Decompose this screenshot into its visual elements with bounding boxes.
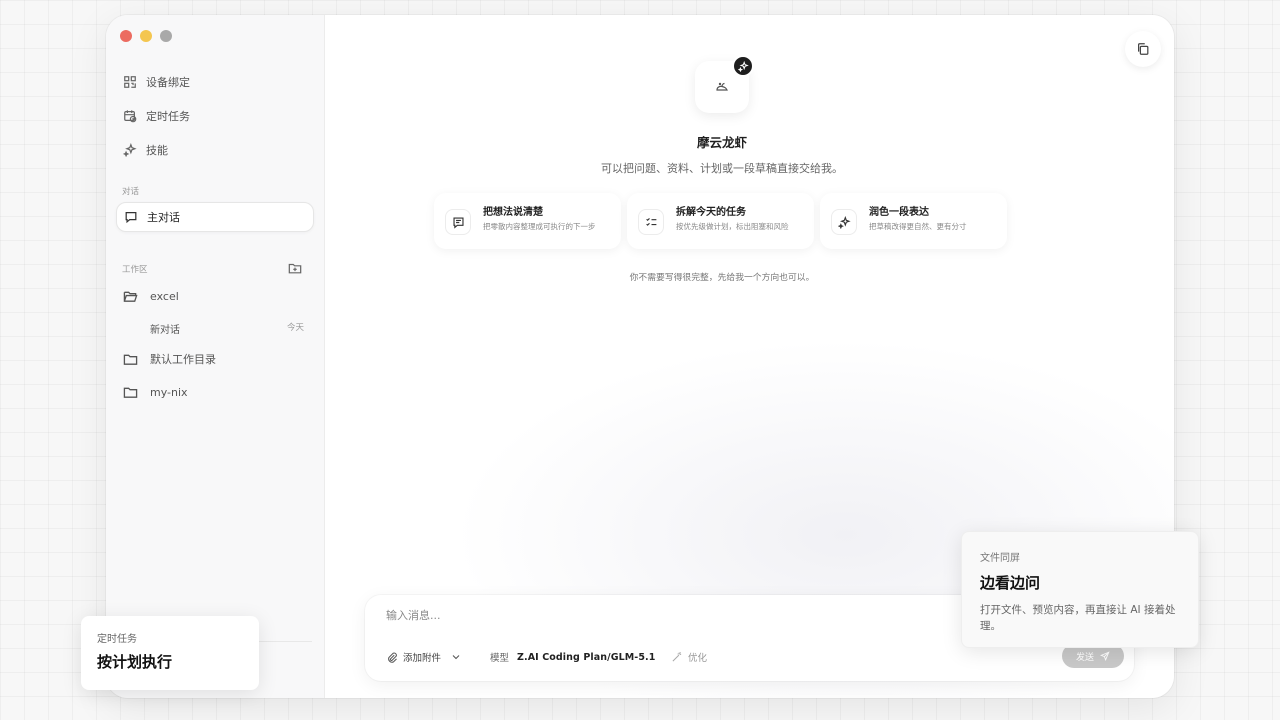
send-icon	[1100, 651, 1110, 661]
window-controls	[120, 30, 172, 42]
suggestion-card-polish[interactable]: 润色一段表达 把草稿改得更自然、更有分寸	[820, 193, 1007, 249]
callout-desc: 打开文件、预览内容，再直接让 AI 接着处理。	[980, 604, 1176, 632]
card-title: 润色一段表达	[869, 207, 929, 218]
maximize-window-button[interactable]	[160, 30, 172, 42]
sidebar-item-label: 技能	[146, 144, 168, 157]
card-icon-box	[445, 209, 471, 235]
input-hint: 你不需要写得很完整，先给我一个方向也可以。	[629, 273, 815, 283]
card-text: 润色一段表达 把草稿改得更自然、更有分寸	[869, 203, 967, 249]
sidebar-item-label: 设备绑定	[146, 76, 190, 89]
assistant-name: 摩云龙虾	[696, 135, 747, 150]
feature-callout-file-sync: 文件同屏 边看边问 打开文件、预览内容，再直接让 AI 接着处理。	[961, 531, 1199, 648]
shrimp-icon	[716, 82, 728, 91]
add-workspace-button[interactable]	[288, 260, 302, 274]
card-icon-box	[831, 209, 857, 235]
folder-plus-icon	[288, 263, 302, 274]
avatar-badge	[732, 55, 754, 77]
model-selector[interactable]: 模型 Z.AI Coding Plan/GLM-5.1	[490, 650, 656, 665]
sidebar-item-main-chat[interactable]: 主对话	[116, 202, 314, 232]
suggestion-card-plan[interactable]: 拆解今天的任务 按优先级做计划，标出阻塞和风险	[627, 193, 814, 249]
sparkles-icon	[737, 60, 749, 72]
card-desc: 按优先级做计划，标出阻塞和风险	[676, 222, 789, 231]
workspace-item-my-nix[interactable]: my-nix	[123, 385, 188, 400]
sidebar-nav: 设备绑定 定时任务 技能	[116, 65, 314, 167]
optimize-label: 优化	[688, 653, 708, 664]
sidebar-item-label: 定时任务	[146, 110, 190, 123]
calendar-clock-icon	[124, 110, 137, 123]
card-title: 拆解今天的任务	[676, 207, 746, 218]
optimize-button[interactable]: 优化	[671, 650, 707, 664]
card-icon-box	[638, 209, 664, 235]
chevron-down-icon	[452, 655, 460, 660]
workspace-name: my-nix	[150, 386, 188, 399]
card-desc: 把草稿改得更自然、更有分寸	[869, 222, 967, 231]
minimize-window-button[interactable]	[140, 30, 152, 42]
card-desc: 把零散内容整理成可执行的下一步	[483, 222, 596, 231]
chat-section-label: 对话	[122, 187, 140, 197]
message-input[interactable]	[386, 609, 906, 622]
workspace-name: 默认工作目录	[150, 353, 216, 366]
sparkles-icon	[123, 143, 137, 157]
sidebar-item-new-chat[interactable]: 新对话 今天	[150, 321, 304, 336]
attach-label: 添加附件	[403, 653, 442, 664]
sidebar-item-scheduled-tasks[interactable]: 定时任务	[116, 99, 314, 133]
callout-label: 定时任务	[97, 634, 137, 645]
card-text: 把想法说清楚 把零散内容整理成可执行的下一步	[483, 203, 596, 249]
copy-button[interactable]	[1125, 31, 1161, 67]
sub-chat-label: 新对话	[150, 325, 180, 336]
suggestion-cards: 把想法说清楚 把零散内容整理成可执行的下一步 拆解今天的任务 按优先级做计划，标…	[434, 193, 1007, 249]
model-label: 模型	[490, 653, 510, 664]
callout-title: 按计划执行	[97, 653, 173, 671]
message-icon	[452, 216, 464, 229]
callout-label: 文件同屏	[980, 553, 1020, 564]
send-label: 发送	[1075, 651, 1094, 662]
copy-icon	[1138, 43, 1149, 55]
callout-title: 边看边问	[980, 574, 1041, 592]
attach-button[interactable]: 添加附件	[386, 650, 462, 664]
sidebar: 设备绑定 定时任务 技能 对话 主对话 工作区 excel 新对话 今天 默认工…	[106, 15, 325, 698]
qrcode-icon	[124, 76, 136, 88]
folder-icon	[123, 354, 138, 365]
magic-wand-icon	[672, 652, 682, 662]
card-text: 拆解今天的任务 按优先级做计划，标出阻塞和风险	[676, 203, 789, 249]
checklist-icon	[645, 217, 656, 226]
sub-chat-date: 今天	[286, 323, 304, 333]
sparkles-icon	[837, 215, 851, 229]
sidebar-item-skills[interactable]: 技能	[116, 133, 314, 167]
folder-icon	[123, 387, 138, 398]
close-window-button[interactable]	[120, 30, 132, 42]
card-title: 把想法说清楚	[483, 207, 543, 218]
feature-callout-schedule: 定时任务 按计划执行	[81, 616, 259, 690]
workspace-section-label: 工作区	[122, 265, 148, 275]
workspace-item-excel[interactable]: excel	[123, 289, 179, 304]
sidebar-item-device-binding[interactable]: 设备绑定	[116, 65, 314, 99]
paperclip-icon	[388, 652, 397, 663]
assistant-subtitle: 可以把问题、资料、计划或一段草稿直接交给我。	[601, 162, 843, 175]
folder-open-icon	[123, 291, 138, 302]
model-value: Z.AI Coding Plan/GLM-5.1	[517, 651, 656, 663]
suggestion-card-clarify[interactable]: 把想法说清楚 把零散内容整理成可执行的下一步	[434, 193, 621, 249]
workspace-name: excel	[150, 290, 179, 303]
chat-bubble-icon	[125, 212, 137, 224]
workspace-item-default[interactable]: 默认工作目录	[123, 351, 216, 367]
sidebar-item-label: 主对话	[147, 211, 180, 224]
